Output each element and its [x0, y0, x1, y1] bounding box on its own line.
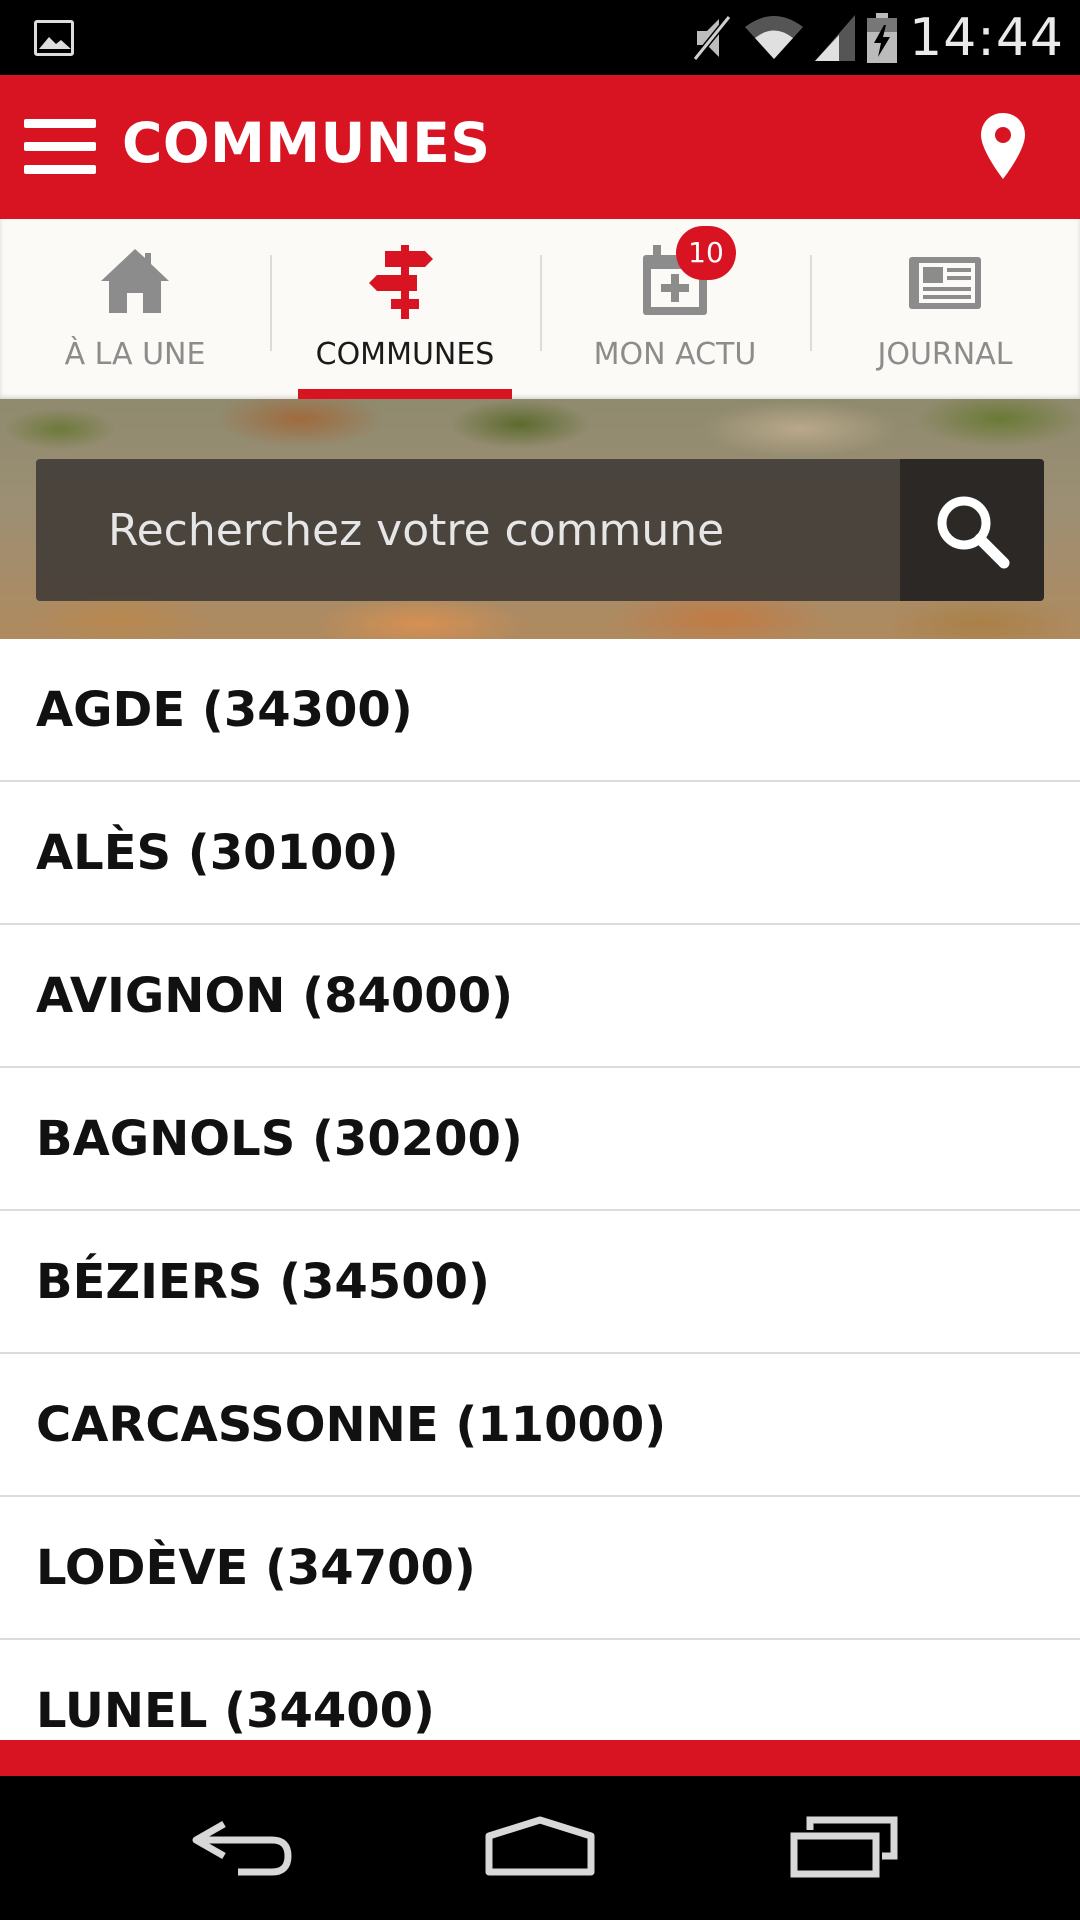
list-item[interactable]: CARCASSONNE (11000) — [0, 1354, 1080, 1497]
tab-label: À LA UNE — [64, 337, 206, 372]
commune-name: LODÈVE (34700) — [36, 1539, 476, 1596]
tab-label: JOURNAL — [877, 337, 1013, 372]
bottom-accent-bar — [0, 1740, 1080, 1776]
home-nav-icon[interactable] — [485, 1812, 595, 1882]
tab-label: COMMUNES — [315, 337, 495, 372]
menu-icon[interactable] — [24, 119, 96, 175]
location-pin-icon[interactable] — [978, 111, 1028, 181]
signpost-icon — [369, 245, 433, 319]
commune-list: AGDE (34300) ALÈS (30100) AVIGNON (84000… — [0, 639, 1080, 1740]
tab-label: MON ACTU — [593, 337, 757, 372]
page-title: COMMUNES — [122, 111, 491, 175]
commune-name: CARCASSONNE (11000) — [36, 1396, 667, 1453]
tab-communes[interactable]: COMMUNES — [270, 219, 540, 399]
commune-name: ALÈS (30100) — [36, 824, 399, 881]
back-icon[interactable] — [186, 1812, 296, 1882]
list-item[interactable]: BAGNOLS (30200) — [0, 1068, 1080, 1211]
battery-charging-icon — [867, 12, 898, 63]
tab-a-la-une[interactable]: À LA UNE — [0, 219, 270, 399]
list-item[interactable]: AGDE (34300) — [0, 639, 1080, 782]
search-button[interactable] — [900, 459, 1044, 601]
commune-name: AVIGNON (84000) — [36, 967, 514, 1024]
recents-icon[interactable] — [790, 1812, 900, 1882]
commune-name: LUNEL (34400) — [36, 1682, 435, 1739]
search-box — [36, 459, 1044, 601]
list-item[interactable]: LUNEL (34400) — [0, 1640, 1080, 1740]
signal-icon — [815, 14, 856, 61]
wifi-icon — [745, 15, 804, 59]
commune-name: AGDE (34300) — [36, 681, 413, 738]
hero-banner — [0, 399, 1080, 639]
list-item[interactable]: BÉZIERS (34500) — [0, 1211, 1080, 1354]
home-icon — [101, 249, 169, 313]
list-item[interactable]: LODÈVE (34700) — [0, 1497, 1080, 1640]
status-bar: 14:44 — [0, 0, 1080, 75]
tab-bar: À LA UNE COMMUNES MON ACTU JOURNAL — [0, 219, 1080, 399]
tab-mon-actu[interactable]: MON ACTU — [540, 219, 810, 399]
commune-name: BAGNOLS (30200) — [36, 1110, 523, 1167]
list-item[interactable]: ALÈS (30100) — [0, 782, 1080, 925]
app-bar: COMMUNES — [0, 75, 1080, 219]
mute-icon — [692, 14, 732, 61]
search-icon — [937, 496, 1010, 569]
active-tab-indicator — [298, 389, 512, 399]
newspaper-icon — [909, 257, 981, 309]
tab-journal[interactable]: JOURNAL — [810, 219, 1080, 399]
status-time: 14:44 — [909, 7, 1064, 68]
search-input[interactable] — [108, 459, 908, 601]
system-nav-bar — [0, 1776, 1080, 1920]
commune-name: BÉZIERS (34500) — [36, 1253, 490, 1310]
list-item[interactable]: AVIGNON (84000) — [0, 925, 1080, 1068]
notification-badge: 10 — [676, 226, 736, 280]
image-notification-icon — [34, 20, 74, 56]
